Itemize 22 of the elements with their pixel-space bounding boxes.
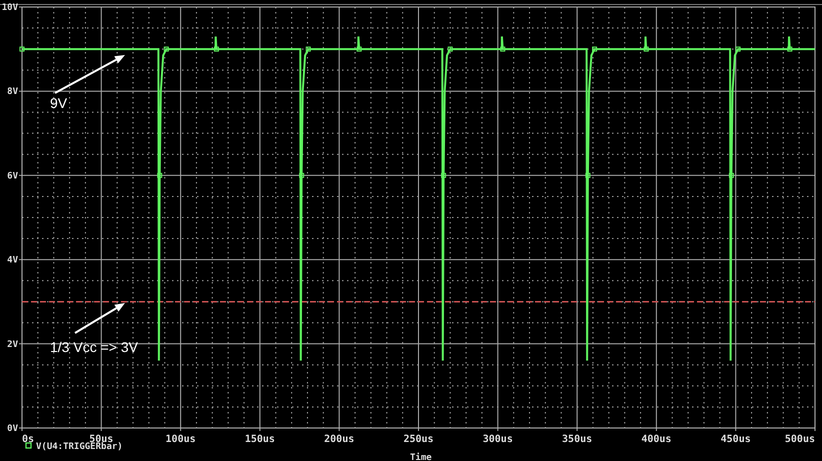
axis-tick-label: 0V <box>7 424 18 434</box>
axis-tick-label: 500us <box>784 434 815 445</box>
axis-tick-label: 200us <box>324 434 354 445</box>
axis-tick-label: 10V <box>2 3 18 13</box>
axis-tick-label: 4V <box>7 256 18 266</box>
axis-tick-label: 400us <box>641 434 672 445</box>
axis-tick-label: 150us <box>244 434 275 445</box>
legend-marker-icon <box>25 442 32 449</box>
axis-tick-label: 6V <box>7 171 18 182</box>
axis-tick-label: 250us <box>403 434 434 445</box>
axis-tick-label: 300us <box>482 434 513 445</box>
axis-tick-label: 350us <box>562 434 592 445</box>
annotation-arrow <box>54 55 125 94</box>
axis-tick-label: 450us <box>720 434 751 445</box>
axis-tick-label: 2V <box>7 340 18 350</box>
axis-tick-label: 100us <box>166 434 196 445</box>
axis-title: Time <box>410 453 432 461</box>
axis-tick-label: 0s <box>22 434 34 445</box>
annotation-arrow <box>74 303 125 334</box>
legend-label: V(U4:TRIGGERbar) <box>36 442 123 452</box>
annotation-label: 9V <box>50 95 68 111</box>
axis-tick-label: 8V <box>7 87 18 98</box>
